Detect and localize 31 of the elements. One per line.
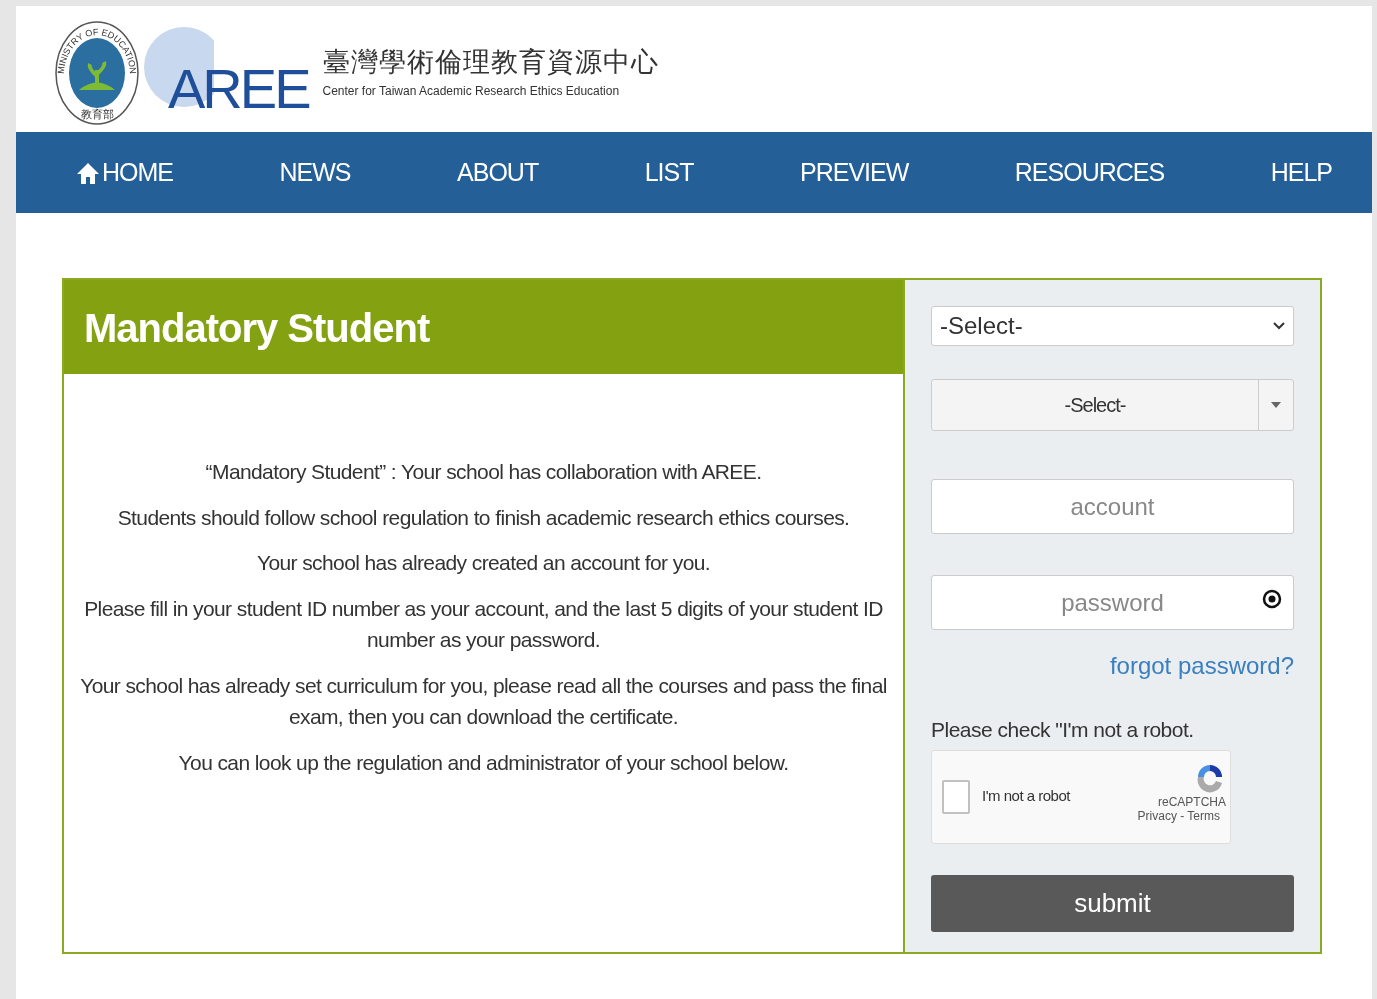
nav-link[interactable]: HOME (76, 153, 173, 192)
captcha-checkbox[interactable] (942, 779, 970, 814)
description-paragraph: Please fill in your student ID number as your account, and the last 5 digits of your student ID number as your password. (83, 595, 884, 653)
recaptcha-links[interactable]: Privacy - Terms (1137, 808, 1220, 825)
forgot-password-link[interactable]: forgot password? (1109, 652, 1294, 679)
password-field[interactable]: password (931, 575, 1294, 630)
nav-link[interactable]: RESOURCES (1014, 153, 1165, 192)
home-icon (76, 160, 100, 185)
account-field[interactable]: account (931, 479, 1294, 534)
dropdown-select[interactable]: -Select- (931, 379, 1294, 431)
school-select[interactable]: -Select- (931, 306, 1294, 346)
submit-button[interactable]: submit (931, 874, 1294, 932)
center-title-chinese: 臺灣學術倫理教育資源中心 (322, 45, 659, 79)
caret-down-icon (1271, 402, 1281, 408)
captcha-label: I'm not a robot (982, 786, 1070, 807)
captcha-prompt: Please check "I'm not a robot. (931, 717, 1195, 743)
aree-logo: AREE (168, 58, 309, 120)
chevron-down-icon (1273, 322, 1285, 330)
panel-title: Mandatory Student (64, 280, 903, 374)
description-paragraph: You can look up the regulation and administrator of your school below. (177, 749, 790, 776)
nav-link[interactable]: HELP (1270, 153, 1332, 192)
description-paragraph: Your school has already set curriculum for you, please read all the courses and pass the final exam, then you can download the certificate. (79, 672, 888, 730)
recaptcha-brand: reCAPTCHA (1158, 794, 1226, 809)
description-paragraph: Students should follow school regulation to finish academic research ethics courses. (116, 504, 851, 531)
nav-link[interactable]: LIST (644, 153, 694, 192)
description-paragraph: “Mandatory Student” : Your school has collaboration with AREE. (204, 459, 763, 485)
description-paragraph: Your school has already created an account for you. (255, 550, 712, 576)
nav-link[interactable]: NEWS (279, 153, 351, 192)
nav-link[interactable]: ABOUT (457, 153, 539, 192)
center-subtitle: Center for Taiwan Academic Research Ethics Education (322, 83, 621, 101)
nav-link[interactable]: PREVIEW (800, 153, 909, 192)
